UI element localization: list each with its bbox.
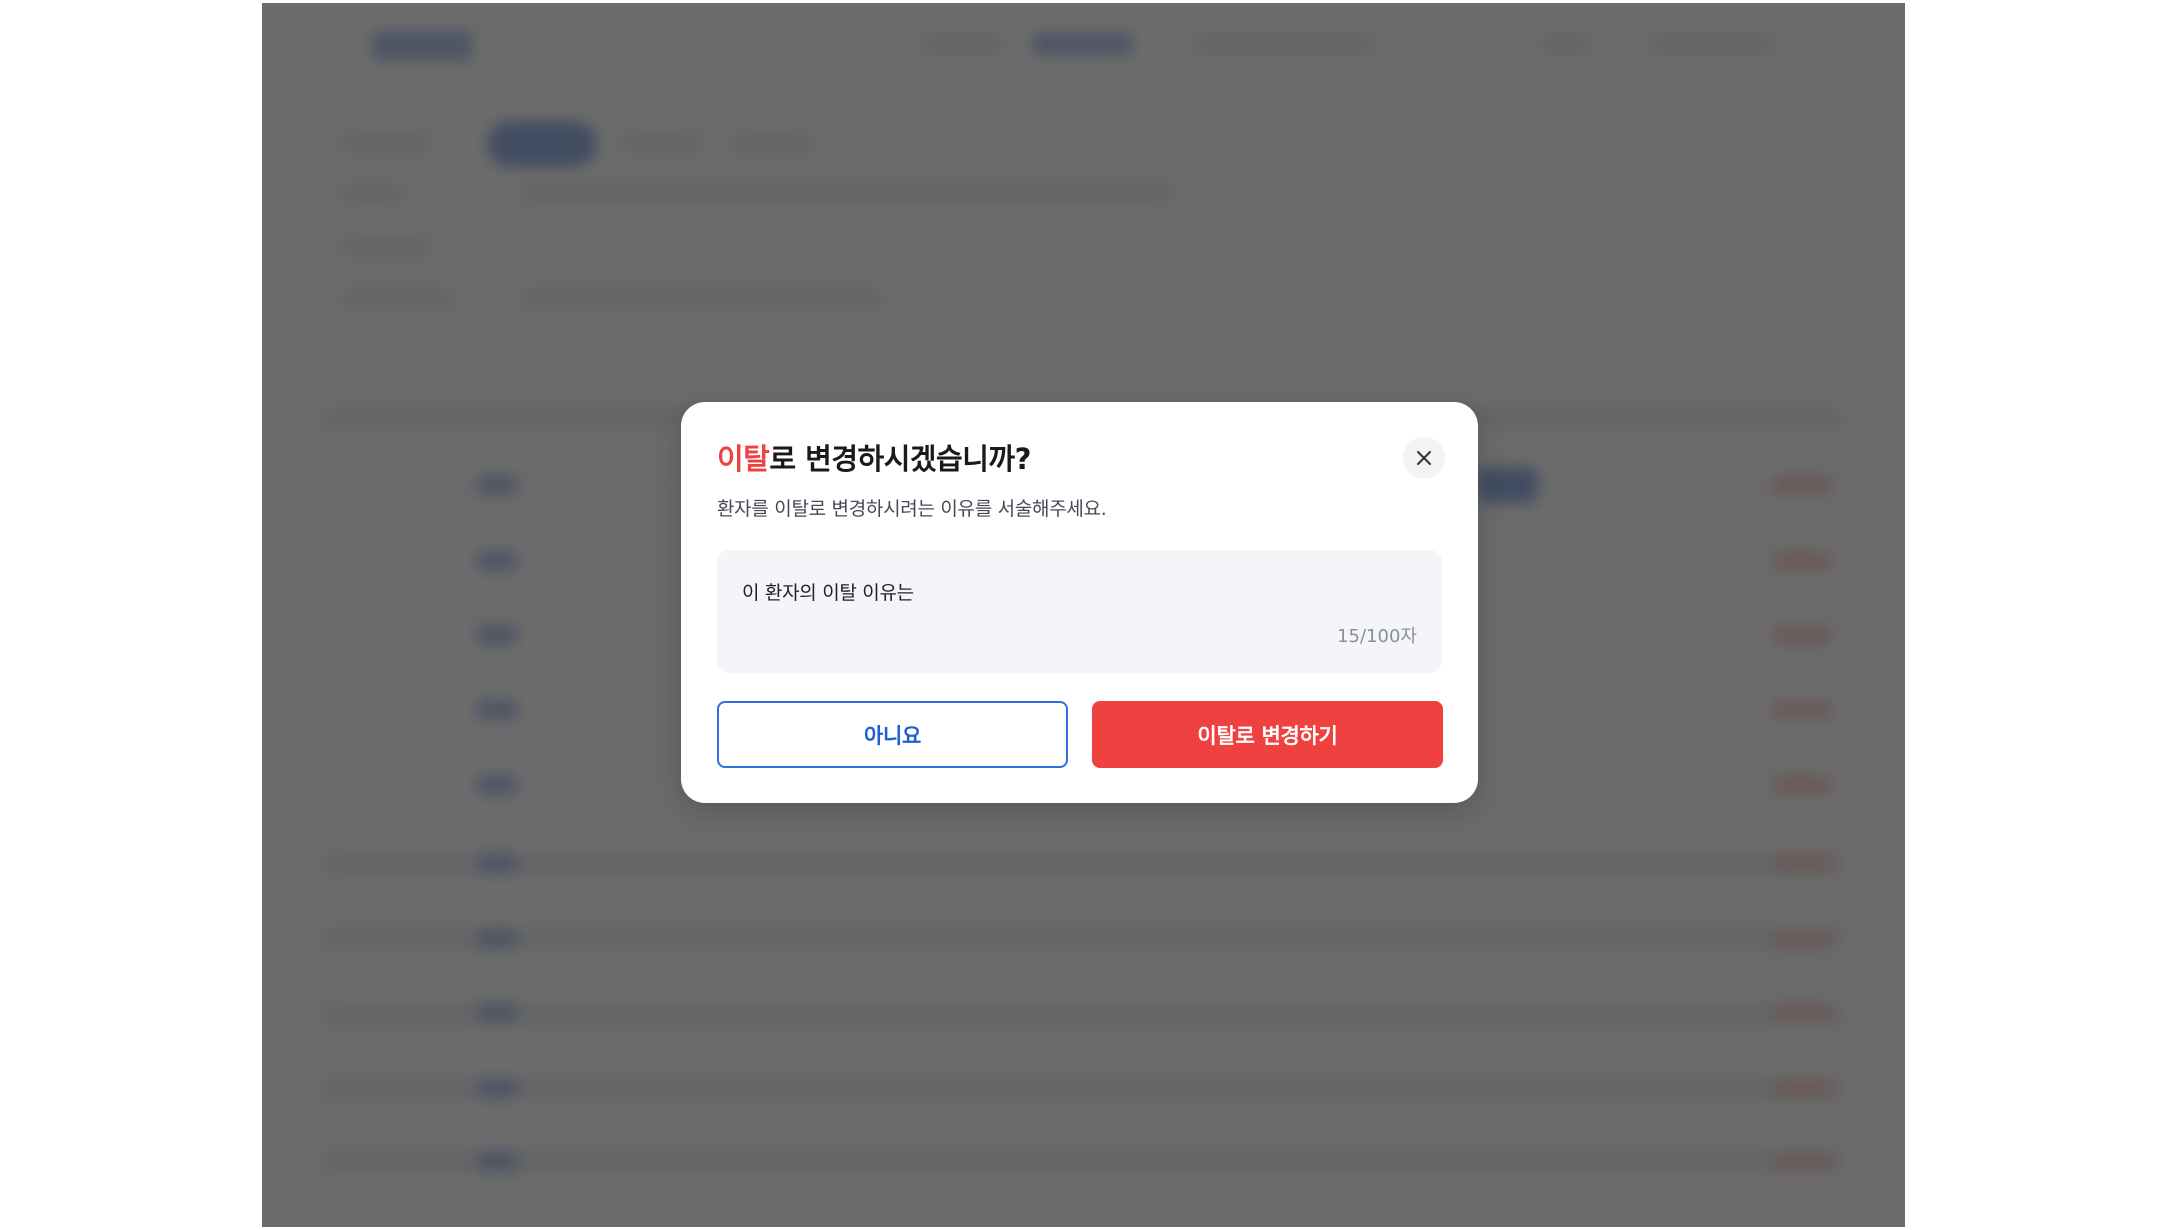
reason-textarea[interactable]: 이 환자의 이탈 이유는 15/100자 [717,550,1442,673]
cancel-button[interactable]: 아니요 [717,701,1068,768]
confirm-churn-button[interactable]: 이탈로 변경하기 [1092,701,1443,768]
dialog-description: 환자를 이탈로 변경하시려는 이유를 서술해주세요. [717,498,1107,520]
close-icon [1417,451,1431,465]
close-button[interactable] [1403,437,1445,479]
dialog-title-text: 로 변경하시겠습니까? [769,442,1031,476]
char-counter: 15/100자 [1337,626,1417,647]
change-status-dialog: 이탈로 변경하시겠습니까? 환자를 이탈로 변경하시려는 이유를 서술해주세요.… [681,402,1478,803]
dialog-title-accent: 이탈 [717,442,770,476]
reason-input-value[interactable]: 이 환자의 이탈 이유는 [742,578,914,605]
dialog-title: 이탈로 변경하시겠습니까? [717,436,1031,478]
app-window: 이탈로 변경하시겠습니까? 환자를 이탈로 변경하시려는 이유를 서술해주세요.… [262,3,1905,1227]
